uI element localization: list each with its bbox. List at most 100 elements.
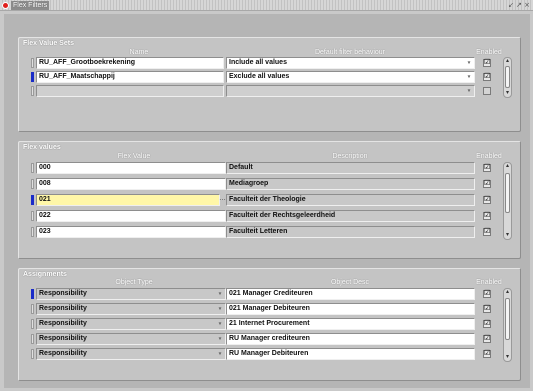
scroll-down-icon[interactable]: ▾ xyxy=(504,90,511,97)
column-header-object-type: Object Type xyxy=(115,279,153,286)
window-controls[interactable]: ↙ ↗ × xyxy=(508,1,530,10)
filter-behaviour-select[interactable]: Exclude all values ▾ xyxy=(226,71,475,83)
column-header-description: Description xyxy=(332,153,368,160)
column-header-enabled: Enabled xyxy=(476,153,502,160)
scrollbar-thumb[interactable] xyxy=(505,173,510,213)
row-indicator[interactable] xyxy=(31,211,34,221)
flex-value-sets-title: Flex Value Sets xyxy=(23,40,74,47)
chevron-down-icon[interactable]: ▾ xyxy=(217,336,223,342)
chevron-down-icon[interactable]: ▾ xyxy=(217,321,223,327)
enabled-checkbox[interactable]: ☑ xyxy=(483,164,491,172)
scroll-down-icon[interactable]: ▾ xyxy=(504,232,511,239)
row-indicator[interactable] xyxy=(31,304,34,314)
object-type-value: Responsibility xyxy=(39,290,87,297)
flex-value-field-active[interactable]: 021 xyxy=(36,194,220,206)
scroll-up-icon[interactable]: ▴ xyxy=(504,58,511,65)
enabled-checkbox[interactable]: ☑ xyxy=(483,180,491,188)
object-type-value: Responsibility xyxy=(39,350,87,357)
value-sets-scrollbar[interactable]: ▴ ▾ xyxy=(503,57,512,98)
flex-value-field[interactable]: 023 xyxy=(36,226,226,238)
enabled-checkbox[interactable]: ☑ xyxy=(483,212,491,220)
column-header-name: Name xyxy=(129,49,149,56)
object-type-select[interactable]: Responsibility ▾ xyxy=(36,288,226,300)
row-indicator[interactable] xyxy=(31,227,34,237)
scroll-down-icon[interactable]: ▾ xyxy=(504,354,511,361)
description-field[interactable]: Faculteit Letteren xyxy=(226,226,475,238)
form-frame: Flex Value Sets Name Default filter beha… xyxy=(4,14,530,388)
object-type-select[interactable]: Responsibility ▾ xyxy=(36,348,226,360)
assignments-section: Assignments Object Type Object Desc Enab… xyxy=(18,268,521,381)
column-header-object-desc: Object Desc xyxy=(330,279,370,286)
scrollbar-thumb[interactable] xyxy=(505,298,510,340)
chevron-down-icon[interactable]: ▾ xyxy=(217,351,223,357)
object-type-select[interactable]: Responsibility ▾ xyxy=(36,303,226,315)
chevron-down-icon[interactable]: ▾ xyxy=(217,291,223,297)
object-desc-field[interactable]: 021 Manager Debiteuren xyxy=(226,303,475,315)
column-header-behaviour: Default filter behaviour xyxy=(314,49,386,56)
chevron-down-icon[interactable]: ▾ xyxy=(217,306,223,312)
object-type-value: Responsibility xyxy=(39,320,87,327)
description-field[interactable]: Mediagroep xyxy=(226,178,475,190)
flex-values-title: Flex values xyxy=(23,144,61,151)
row-indicator[interactable] xyxy=(31,86,34,96)
current-row-indicator[interactable] xyxy=(31,72,34,82)
scroll-up-icon[interactable]: ▴ xyxy=(504,163,511,170)
flex-value-sets-section: Flex Value Sets Name Default filter beha… xyxy=(18,37,521,132)
assignments-title: Assignments xyxy=(23,271,67,278)
filter-behaviour-select[interactable]: ▾ xyxy=(226,85,475,97)
enabled-checkbox[interactable]: ☑ xyxy=(483,305,491,313)
object-desc-field[interactable]: RU Manager Debiteuren xyxy=(226,348,475,360)
row-indicator[interactable] xyxy=(31,58,34,68)
enabled-checkbox[interactable]: ☑ xyxy=(483,350,491,358)
chevron-down-icon[interactable]: ▾ xyxy=(466,88,472,94)
row-indicator[interactable] xyxy=(31,334,34,344)
enabled-checkbox[interactable]: ☑ xyxy=(483,228,491,236)
scroll-up-icon[interactable]: ▴ xyxy=(504,289,511,296)
flex-values-scrollbar[interactable]: ▴ ▾ xyxy=(503,162,512,240)
scrollbar-thumb[interactable] xyxy=(505,66,510,88)
filter-behaviour-value: Exclude all values xyxy=(229,73,290,80)
flex-values-section: Flex values Flex Value Description Enabl… xyxy=(18,141,521,259)
object-desc-field[interactable]: 21 Internet Procurement xyxy=(226,318,475,330)
object-type-value: Responsibility xyxy=(39,305,87,312)
flex-value-field[interactable]: 008 xyxy=(36,178,226,190)
description-field[interactable]: Faculteit der Rechtsgeleerdheid xyxy=(226,210,475,222)
filter-behaviour-value: Include all values xyxy=(229,59,287,66)
object-type-select[interactable]: Responsibility ▾ xyxy=(36,333,226,345)
enabled-checkbox[interactable]: ☑ xyxy=(483,290,491,298)
chevron-down-icon[interactable]: ▾ xyxy=(466,60,472,66)
enabled-checkbox[interactable]: ☑ xyxy=(483,73,491,81)
list-of-values-icon[interactable]: … xyxy=(219,194,226,206)
assignments-scrollbar[interactable]: ▴ ▾ xyxy=(503,288,512,362)
object-desc-field[interactable]: RU Manager crediteuren xyxy=(226,333,475,345)
current-row-indicator[interactable] xyxy=(31,195,34,205)
object-desc-field[interactable]: 021 Manager Crediteuren xyxy=(226,288,475,300)
filter-behaviour-select[interactable]: Include all values ▾ xyxy=(226,57,475,69)
row-indicator[interactable] xyxy=(31,319,34,329)
enabled-checkbox[interactable]: ☑ xyxy=(483,335,491,343)
flex-value-field[interactable]: 000 xyxy=(36,162,226,174)
enabled-checkbox[interactable]: ☑ xyxy=(483,196,491,204)
row-indicator[interactable] xyxy=(31,163,34,173)
value-set-name-field[interactable]: RU_AFF_Maatschappij xyxy=(36,71,224,83)
enabled-checkbox[interactable]: ☑ xyxy=(483,59,491,67)
title-bar[interactable]: Flex Filters ↙ ↗ × xyxy=(0,0,533,11)
object-type-value: Responsibility xyxy=(39,335,87,342)
value-set-name-field[interactable] xyxy=(36,85,224,97)
row-indicator[interactable] xyxy=(31,179,34,189)
value-set-name-field[interactable]: RU_AFF_Grootboekrekening xyxy=(36,57,224,69)
chevron-down-icon[interactable]: ▾ xyxy=(466,74,472,80)
description-field[interactable]: Faculteit der Theologie xyxy=(226,194,475,206)
current-row-indicator[interactable] xyxy=(31,289,34,299)
column-header-flex-value: Flex Value xyxy=(117,153,151,160)
oracle-window-icon xyxy=(2,2,9,9)
column-header-enabled: Enabled xyxy=(476,279,502,286)
flex-value-field[interactable]: 022 xyxy=(36,210,226,222)
enabled-checkbox[interactable]: ☑ xyxy=(483,320,491,328)
enabled-checkbox-empty[interactable] xyxy=(483,87,491,95)
column-header-enabled: Enabled xyxy=(476,49,502,56)
object-type-select[interactable]: Responsibility ▾ xyxy=(36,318,226,330)
description-field[interactable]: Default xyxy=(226,162,475,174)
window-title: Flex Filters xyxy=(11,1,50,10)
row-indicator[interactable] xyxy=(31,349,34,359)
